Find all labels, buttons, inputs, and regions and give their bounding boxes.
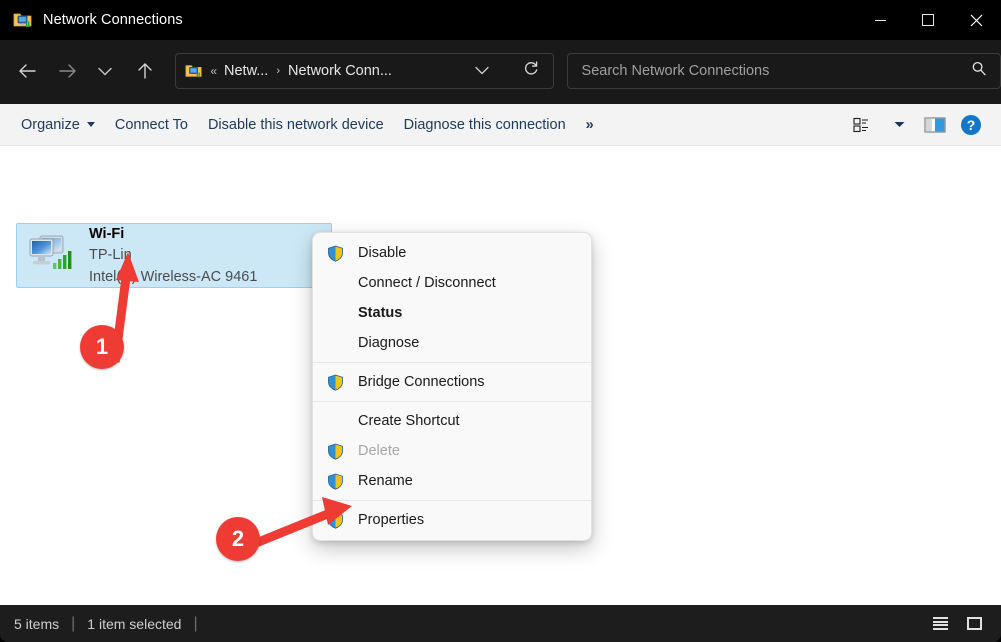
connection-name: Wi-Fi <box>89 224 257 244</box>
context-menu-label: Delete <box>358 443 400 459</box>
address-overflow-icon[interactable]: « <box>210 64 216 78</box>
organize-button[interactable]: Organize <box>11 110 105 140</box>
context-menu-label: Status <box>358 305 402 321</box>
minimize-button[interactable] <box>857 0 904 40</box>
navigation-bar: « Netw... › Network Conn... Search Netwo… <box>0 40 1001 102</box>
chevron-down-icon <box>87 122 95 127</box>
selection-count-label: 1 item selected <box>87 616 181 632</box>
disable-network-device-button[interactable]: Disable this network device <box>198 110 394 140</box>
context-menu-status[interactable]: Status <box>313 298 591 328</box>
context-menu-label: Bridge Connections <box>358 374 485 390</box>
refresh-icon[interactable] <box>523 61 539 82</box>
address-folder-icon <box>185 62 203 80</box>
status-separator: | <box>71 615 75 633</box>
menu-separator <box>313 362 591 363</box>
search-box[interactable]: Search Network Connections <box>567 53 1001 89</box>
forward-button[interactable] <box>51 54 85 88</box>
view-buttons <box>927 612 987 636</box>
close-icon[interactable] <box>951 0 1001 40</box>
diagnose-connection-label: Diagnose this connection <box>404 117 566 133</box>
organize-label: Organize <box>21 117 80 133</box>
context-menu: Disable Connect / Disconnect Status Diag… <box>312 232 592 541</box>
shield-icon <box>327 374 344 391</box>
maximize-button[interactable] <box>904 0 951 40</box>
breadcrumb-item-1[interactable]: Network Conn... <box>288 63 392 79</box>
change-view-icon[interactable] <box>846 110 880 140</box>
context-menu-label: Diagnose <box>358 335 419 351</box>
disable-network-device-label: Disable this network device <box>208 117 384 133</box>
network-connections-icon <box>13 10 33 30</box>
svg-text:?: ? <box>967 117 976 133</box>
command-overflow-label: » <box>586 117 594 133</box>
context-menu-label: Rename <box>358 473 413 489</box>
wifi-connection-item[interactable]: Wi-Fi TP-Lin Intel(R) Wireless-AC 9461 <box>16 223 332 288</box>
back-button[interactable] <box>11 54 45 88</box>
menu-separator <box>313 500 591 501</box>
connection-network: TP-Lin <box>89 244 257 266</box>
breadcrumb-separator-icon: › <box>276 65 280 77</box>
command-overflow-button[interactable]: » <box>576 110 604 140</box>
context-menu-properties[interactable]: Properties <box>313 505 591 535</box>
network-connections-window: Network Connections <box>0 0 1001 642</box>
breadcrumb-item-0[interactable]: Netw... <box>224 63 268 79</box>
context-menu-bridge-connections[interactable]: Bridge Connections <box>313 367 591 397</box>
wifi-item-texts: Wi-Fi TP-Lin Intel(R) Wireless-AC 9461 <box>89 224 257 288</box>
shield-icon <box>327 512 344 529</box>
view-caret-icon[interactable] <box>882 110 916 140</box>
connect-to-label: Connect To <box>115 117 188 133</box>
preview-pane-icon[interactable] <box>918 110 952 140</box>
shield-icon <box>327 473 344 490</box>
connect-to-button[interactable]: Connect To <box>105 110 198 140</box>
shield-icon <box>327 443 344 460</box>
context-menu-label: Connect / Disconnect <box>358 275 496 291</box>
title-bar: Network Connections <box>0 0 1001 40</box>
context-menu-delete: Delete <box>313 436 591 466</box>
address-bar[interactable]: « Netw... › Network Conn... <box>175 53 553 89</box>
status-separator: | <box>193 615 197 633</box>
recent-locations-button[interactable] <box>88 54 122 88</box>
network-adapter-wireless-icon <box>26 233 76 279</box>
large-icons-view-icon[interactable] <box>961 612 987 636</box>
details-view-glyph <box>933 617 948 630</box>
window-controls <box>857 0 1001 40</box>
context-menu-rename[interactable]: Rename <box>313 466 591 496</box>
context-menu-diagnose[interactable]: Diagnose <box>313 328 591 358</box>
command-bar-right-group: ? <box>846 110 988 140</box>
context-menu-label: Disable <box>358 245 406 261</box>
item-count-label: 5 items <box>14 616 59 632</box>
large-icons-view-glyph <box>967 617 982 630</box>
context-menu-create-shortcut[interactable]: Create Shortcut <box>313 406 591 436</box>
search-input[interactable]: Search Network Connections <box>582 63 770 79</box>
diagnose-connection-button[interactable]: Diagnose this connection <box>394 110 576 140</box>
details-view-icon[interactable] <box>927 612 953 636</box>
up-button[interactable] <box>128 54 162 88</box>
status-bar: 5 items | 1 item selected | <box>0 605 1001 642</box>
help-icon[interactable]: ? <box>954 110 988 140</box>
context-menu-connect-disconnect[interactable]: Connect / Disconnect <box>313 268 591 298</box>
menu-separator <box>313 401 591 402</box>
context-menu-label: Properties <box>358 512 424 528</box>
shield-icon <box>327 245 344 262</box>
context-menu-disable[interactable]: Disable <box>313 238 591 268</box>
context-menu-label: Create Shortcut <box>358 413 460 429</box>
window-title: Network Connections <box>43 12 183 28</box>
search-icon[interactable] <box>971 61 987 82</box>
connection-adapter: Intel(R) Wireless-AC 9461 <box>89 266 257 288</box>
chevron-down-icon[interactable] <box>475 62 489 80</box>
command-bar: Organize Connect To Disable this network… <box>0 104 1001 146</box>
